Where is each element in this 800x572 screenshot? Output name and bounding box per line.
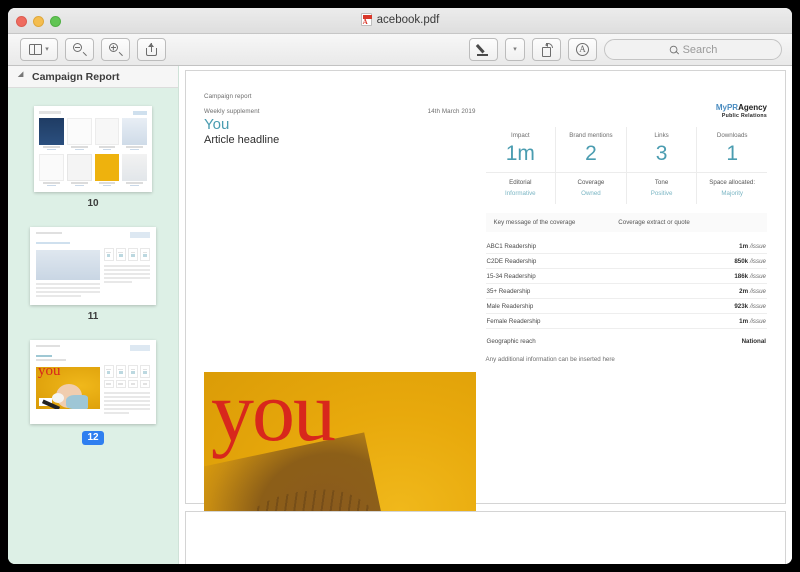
coverage-extract-label: Coverage extract or quote	[618, 219, 690, 227]
sidebar-toggle-button[interactable]: ▾	[20, 38, 58, 61]
share-button[interactable]	[137, 38, 166, 61]
zoom-in-button[interactable]	[101, 38, 130, 61]
page-thumbnail-10[interactable]	[34, 106, 152, 192]
table-row-geographic-reach: Geographic reach National	[486, 337, 767, 345]
kpi-impact: Impact 1m	[505, 132, 535, 165]
window-titlebar: acebook.pdf	[8, 8, 792, 34]
page-eyebrow: Campaign report	[204, 93, 252, 100]
markup-button[interactable]	[469, 38, 498, 61]
sidebar-title: Campaign Report	[32, 70, 120, 83]
annotate-button[interactable]	[568, 38, 597, 61]
magnifier-minus-icon	[73, 43, 87, 56]
table-row: ABC1 Readership 1m /issue	[485, 239, 767, 255]
toolbar: ▾ ▾ A Search	[8, 34, 792, 66]
chevron-down-icon: ▾	[45, 46, 49, 53]
page-header-right: MyPRAgency Public Relations Impact 1m Br…	[485, 103, 768, 364]
search-placeholder: Search	[682, 43, 718, 56]
thumbnail-item-selected[interactable]: you 12	[8, 340, 178, 445]
pdf-file-icon	[360, 13, 372, 26]
agency-logo: MyPRAgency Public Relations	[486, 103, 767, 120]
readership-table: ABC1 Readership 1m /issue C2DE Readershi…	[485, 239, 767, 348]
rotate-icon	[540, 42, 553, 57]
pdf-preview-window: acebook.pdf ▾	[8, 8, 792, 564]
document-page-next	[185, 511, 786, 564]
search-icon	[669, 45, 679, 54]
table-row: Male Readership 923k /issue	[485, 299, 767, 315]
window-title-text: acebook.pdf	[376, 13, 440, 26]
attribute-coverage: Coverage Owned	[555, 173, 626, 205]
zoom-out-button[interactable]	[65, 38, 94, 61]
cover-masthead: you	[211, 372, 336, 460]
date-label: 14th March 2019	[427, 108, 476, 115]
markup-options-button[interactable]: ▾	[505, 38, 525, 61]
key-message-row: Key message of the coverage Coverage ext…	[485, 213, 767, 233]
attribute-tone: Tone Positive	[625, 173, 697, 205]
footer-note: Any additional information can be insert…	[485, 356, 615, 364]
document-page-12: Campaign report Weekly supplement 14th M…	[185, 70, 786, 564]
logo-part2: Agency	[738, 103, 767, 112]
page-number-label: 11	[87, 311, 99, 322]
kpi-downloads: Downloads 1	[696, 127, 767, 173]
page-number-label-selected: 12	[82, 431, 104, 445]
table-row: Female Readership 1m /issue	[485, 314, 767, 330]
logo-tagline: Public Relations	[721, 113, 767, 119]
window-body: Campaign Report 10 11 you 12 Campaign re…	[8, 66, 792, 564]
rotate-button[interactable]	[532, 38, 561, 61]
attribute-strip: Editorial Informative Coverage Owned Ton…	[486, 173, 768, 205]
page-thumbnail-12[interactable]: you	[30, 340, 156, 424]
kpi-links: Links 3	[625, 127, 697, 173]
share-icon	[146, 43, 157, 56]
annotate-circle-icon	[576, 43, 589, 56]
document-canvas[interactable]: Campaign report Weekly supplement 14th M…	[179, 66, 792, 564]
page-number-label: 10	[87, 198, 99, 209]
key-message-label: Key message of the coverage	[493, 219, 576, 227]
publication-name: You	[204, 116, 230, 133]
thumbnail-sidebar[interactable]: Campaign Report 10 11 you 12	[8, 66, 179, 564]
supplement-label: Weekly supplement	[204, 108, 260, 115]
thumbnail-item[interactable]: 10	[8, 106, 178, 209]
page-header-left: Weekly supplement 14th March 2019 You Ar…	[204, 104, 486, 363]
toolbar-left-group: ▾	[20, 38, 166, 61]
sidebar-header[interactable]: Campaign Report	[8, 66, 178, 88]
pen-icon	[475, 43, 491, 57]
sidebar-icon	[29, 43, 43, 56]
search-input[interactable]: Search	[604, 39, 782, 60]
toolbar-right-group: ▾ Search	[469, 38, 782, 61]
thumbnail-item[interactable]: 11	[8, 227, 178, 322]
kpi-strip: Impact 1m Brand mentions 2 Links 3 Downl…	[485, 127, 767, 174]
magnifier-plus-icon	[109, 43, 123, 56]
table-row: C2DE Readership 850k /issue	[485, 254, 767, 270]
table-row: 15-34 Readership 186k /issue	[485, 269, 767, 285]
page-thumbnail-11[interactable]	[30, 227, 156, 305]
kpi-brand-mentions: Brand mentions 2	[555, 127, 626, 173]
attribute-editorial: Editorial Informative	[505, 179, 536, 198]
table-row: 35+ Readership 2m /issue	[485, 284, 767, 300]
window-title: acebook.pdf	[8, 13, 792, 26]
disclosure-triangle-icon[interactable]	[17, 70, 30, 83]
logo-part1: MyPR	[715, 103, 739, 112]
attribute-space-allocated: Space allocated: Majority	[696, 173, 767, 205]
article-headline: Article headline	[204, 133, 280, 146]
chevron-down-icon: ▾	[513, 46, 517, 53]
